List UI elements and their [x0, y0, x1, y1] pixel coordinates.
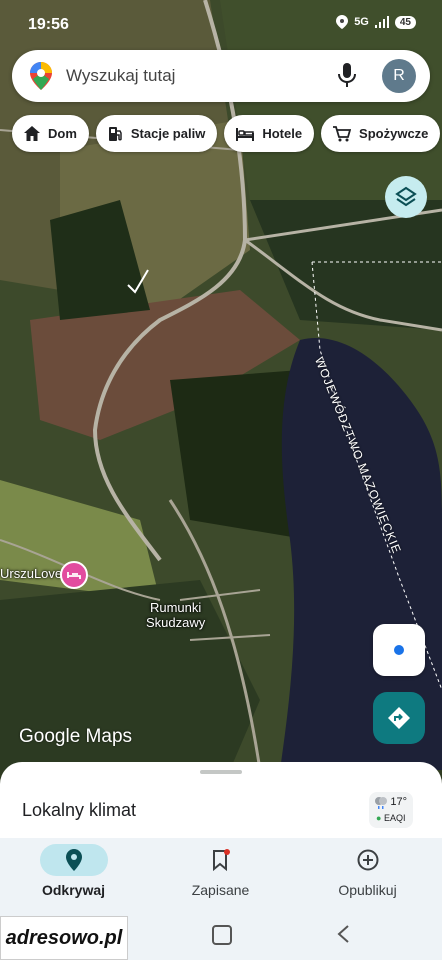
- layers-button[interactable]: [385, 176, 427, 218]
- nav-icon-wrap: [40, 844, 108, 876]
- cloud-rain-icon: [375, 797, 387, 809]
- location-dot-icon: [392, 643, 406, 657]
- nav-contribute[interactable]: Opublikuj: [294, 838, 441, 912]
- weather-temp: 17°: [390, 796, 407, 808]
- bottom-navigation: Odkrywaj Zapisane Opublikuj: [0, 838, 442, 912]
- nav-icon-wrap: [187, 844, 255, 876]
- mic-icon[interactable]: [338, 63, 356, 89]
- home-button[interactable]: [212, 925, 232, 945]
- chip-label: Spożywcze: [359, 126, 429, 141]
- watermark-logo: adresowo.pl: [0, 916, 128, 960]
- battery-indicator: 45: [394, 15, 416, 29]
- bookmark-icon: [213, 849, 230, 871]
- chip-gas-stations[interactable]: Stacje paliw: [95, 115, 218, 152]
- search-input[interactable]: Wyszukaj tutaj: [66, 66, 175, 86]
- layers-icon: [395, 186, 417, 207]
- place-label-rumunki[interactable]: Rumunki Skudzawy: [146, 600, 205, 630]
- nav-label: Zapisane: [191, 882, 250, 898]
- chip-label: Hotele: [262, 126, 303, 141]
- nav-icon-wrap: [334, 844, 402, 876]
- directions-button[interactable]: [373, 692, 425, 744]
- home-icon: [24, 126, 40, 141]
- status-time: 19:56: [28, 16, 69, 33]
- chip-groceries[interactable]: Spożywcze: [321, 115, 441, 152]
- status-bar: 19:56 5G 45: [0, 0, 442, 46]
- sheet-drag-handle[interactable]: [200, 770, 242, 774]
- search-bar[interactable]: Wyszukaj tutaj R: [12, 50, 430, 102]
- google-maps-logo: Google Maps: [19, 726, 133, 747]
- sheet-title: Lokalny klimat: [22, 800, 137, 820]
- nav-explore[interactable]: Odkrywaj: [0, 838, 147, 912]
- signal-icon: [374, 16, 389, 28]
- avatar[interactable]: R: [382, 59, 416, 93]
- chip-label: Stacje paliw: [130, 126, 206, 141]
- bed-icon: [236, 127, 255, 141]
- chip-label: Dom: [48, 126, 77, 141]
- location-status-icon: [336, 15, 349, 29]
- back-icon[interactable]: [336, 924, 350, 944]
- cart-icon: [333, 125, 352, 141]
- chip-home[interactable]: Dom: [12, 115, 89, 152]
- add-circle-icon: [357, 849, 379, 871]
- aqi-label: ● EAQI: [376, 813, 406, 823]
- network-label: 5G: [354, 16, 369, 28]
- weather-badge[interactable]: 17° ● EAQI: [369, 792, 413, 828]
- nav-saved[interactable]: Zapisane: [147, 838, 294, 912]
- category-chips: Dom Stacje paliw Hotele Spożywcze: [12, 115, 441, 152]
- gas-station-icon: [108, 126, 122, 141]
- directions-icon: [388, 707, 410, 729]
- status-icons: 5G 45: [336, 15, 416, 29]
- nav-label: Odkrywaj: [41, 882, 106, 898]
- nav-label: Opublikuj: [338, 882, 397, 898]
- location-pin-icon: [66, 849, 82, 871]
- my-location-button[interactable]: [373, 624, 425, 676]
- hotel-poi-icon[interactable]: [60, 561, 88, 589]
- chip-hotels[interactable]: Hotele: [224, 115, 315, 152]
- maps-pin-logo-icon: [30, 62, 52, 90]
- poi-label[interactable]: UrszuLove: [0, 566, 62, 581]
